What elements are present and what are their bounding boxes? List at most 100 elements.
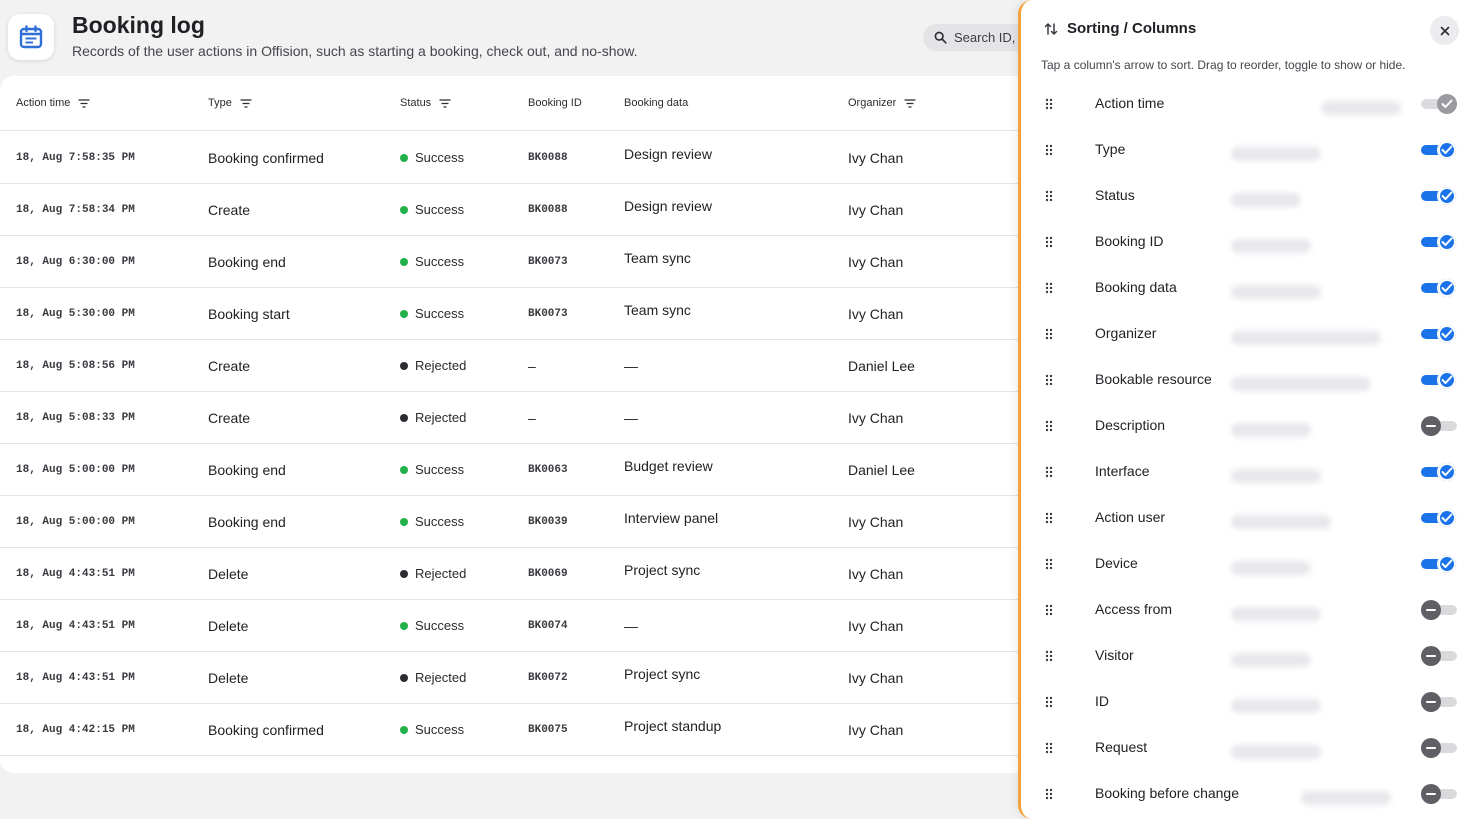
- visibility-toggle[interactable]: [1421, 598, 1459, 622]
- table-row[interactable]: 18, Aug 5:30:00 PM Booking start Success BK…: [0, 288, 1030, 340]
- cell-time: 18, Aug 4:43:51 PM: [16, 567, 135, 580]
- column-item-request[interactable]: Request: [1021, 725, 1472, 771]
- filter-icon[interactable]: [904, 98, 916, 108]
- column-item-id[interactable]: ID: [1021, 679, 1472, 725]
- column-item-label: Access from: [1095, 601, 1173, 617]
- column-item-label: ID: [1095, 693, 1109, 709]
- drag-handle-icon[interactable]: [1045, 466, 1053, 478]
- table-row[interactable]: 18, Aug 6:30:00 PM Booking end Success BK00…: [0, 236, 1030, 288]
- column-item-interface[interactable]: Interface: [1021, 449, 1472, 495]
- column-item-action-time[interactable]: Action time: [1021, 81, 1472, 127]
- visibility-toggle[interactable]: [1421, 230, 1459, 254]
- drag-handle-icon[interactable]: [1045, 742, 1053, 754]
- column-item-bookable-resource[interactable]: Bookable resource: [1021, 357, 1472, 403]
- visibility-toggle[interactable]: [1421, 276, 1459, 300]
- column-item-type[interactable]: Type: [1021, 127, 1472, 173]
- cell-status: Rejected: [400, 548, 466, 599]
- column-item-organizer[interactable]: Organizer: [1021, 311, 1472, 357]
- column-header-action-time[interactable]: Action time: [16, 97, 90, 109]
- toggle-knob: [1437, 140, 1457, 160]
- table-row[interactable]: 18, Aug 4:43:51 PM Delete Rejected BK0069 Pr…: [0, 548, 1030, 600]
- column-header-booking-data[interactable]: Booking data: [624, 97, 688, 109]
- toggle-knob: [1437, 94, 1457, 114]
- visibility-toggle[interactable]: [1421, 736, 1459, 760]
- table-row[interactable]: 18, Aug 5:08:56 PM Create Rejected – — Daniel…: [0, 340, 1030, 392]
- toggle-knob: [1437, 554, 1457, 574]
- cell-status: Success: [400, 444, 464, 495]
- visibility-toggle[interactable]: [1421, 552, 1459, 576]
- drag-handle-icon[interactable]: [1045, 696, 1053, 708]
- column-item-visitor[interactable]: Visitor: [1021, 633, 1472, 679]
- toggle-knob: [1421, 600, 1441, 620]
- column-header-type[interactable]: Type: [208, 97, 252, 109]
- cell-booking-data: Team sync: [624, 302, 691, 318]
- visibility-toggle[interactable]: [1421, 414, 1459, 438]
- check-icon: [1441, 329, 1453, 338]
- table-row[interactable]: 18, Aug 5:00:00 PM Booking end Success BK00…: [0, 444, 1030, 496]
- column-item-access-from[interactable]: Access from: [1021, 587, 1472, 633]
- drag-handle-icon[interactable]: [1045, 98, 1053, 110]
- table-row[interactable]: 18, Aug 5:08:33 PM Create Rejected – — Ivy Ch…: [0, 392, 1030, 444]
- cell-booking-id: BK0069: [528, 567, 568, 580]
- status-dot: [400, 413, 408, 422]
- column-header-booking-id[interactable]: Booking ID: [528, 97, 582, 109]
- table-row[interactable]: 18, Aug 7:58:34 PM Create Success BK0088 Des…: [0, 184, 1030, 236]
- check-icon: [1441, 467, 1453, 476]
- filter-icon[interactable]: [240, 98, 252, 108]
- visibility-toggle[interactable]: [1421, 368, 1459, 392]
- visibility-toggle[interactable]: [1421, 782, 1459, 806]
- table-row[interactable]: 18, Aug 4:42:15 PM Booking confirmed Succe…: [0, 704, 1030, 756]
- column-header-organizer[interactable]: Organizer: [848, 97, 916, 109]
- drag-handle-icon[interactable]: [1045, 374, 1053, 386]
- column-item-label: Visitor: [1095, 647, 1134, 663]
- drag-handle-icon[interactable]: [1045, 420, 1053, 432]
- filter-icon[interactable]: [78, 98, 90, 108]
- drag-handle-icon[interactable]: [1045, 236, 1053, 248]
- cell-booking-data: Team sync: [624, 250, 691, 266]
- column-item-booking-before-change[interactable]: Booking before change: [1021, 771, 1472, 817]
- filter-icon[interactable]: [439, 98, 451, 108]
- visibility-toggle[interactable]: [1421, 138, 1459, 162]
- column-item-description[interactable]: Description: [1021, 403, 1472, 449]
- drag-handle-icon[interactable]: [1045, 282, 1053, 294]
- drag-handle-icon[interactable]: [1045, 190, 1053, 202]
- drag-handle-icon[interactable]: [1045, 558, 1053, 570]
- close-icon: [1440, 26, 1449, 35]
- drag-handle-icon[interactable]: [1045, 788, 1053, 800]
- column-item-booking-id[interactable]: Booking ID: [1021, 219, 1472, 265]
- minus-icon: [1426, 701, 1436, 703]
- status-label: Success: [415, 722, 465, 737]
- cell-booking-id: BK0072: [528, 671, 568, 684]
- status-dot: [400, 257, 408, 266]
- column-item-action-user[interactable]: Action user: [1021, 495, 1472, 541]
- blurred-preview: [1231, 147, 1321, 161]
- visibility-toggle[interactable]: [1421, 322, 1459, 346]
- visibility-toggle[interactable]: [1421, 644, 1459, 668]
- status-label: Success: [415, 306, 465, 321]
- drag-handle-icon[interactable]: [1045, 604, 1053, 616]
- close-panel-button[interactable]: [1430, 16, 1459, 45]
- cell-booking-data: —: [624, 409, 638, 426]
- visibility-toggle[interactable]: [1421, 460, 1459, 484]
- drag-handle-icon[interactable]: [1045, 512, 1053, 524]
- column-item-device[interactable]: Device: [1021, 541, 1472, 587]
- visibility-toggle[interactable]: [1421, 690, 1459, 714]
- column-header-status[interactable]: Status: [400, 97, 451, 109]
- table-row[interactable]: 18, Aug 4:43:51 PM Delete Success BK0074 — Iv…: [0, 600, 1030, 652]
- cell-organizer: Daniel Lee: [848, 461, 915, 478]
- cell-time: 18, Aug 5:30:00 PM: [16, 307, 135, 320]
- visibility-toggle[interactable]: [1421, 184, 1459, 208]
- page-title: Booking log: [72, 12, 205, 38]
- drag-handle-icon[interactable]: [1045, 650, 1053, 662]
- table-row[interactable]: 18, Aug 7:58:35 PM Booking confirmed Succe…: [0, 132, 1030, 184]
- column-item-booking-data[interactable]: Booking data: [1021, 265, 1472, 311]
- search-icon: [934, 31, 947, 44]
- table-row[interactable]: 18, Aug 4:43:51 PM Delete Rejected BK0072 Pr…: [0, 652, 1030, 704]
- visibility-toggle[interactable]: [1421, 506, 1459, 530]
- drag-handle-icon[interactable]: [1045, 144, 1053, 156]
- blurred-preview: [1301, 791, 1391, 805]
- drag-handle-icon[interactable]: [1045, 328, 1053, 340]
- column-item-status[interactable]: Status: [1021, 173, 1472, 219]
- table-row[interactable]: 18, Aug 5:00:00 PM Booking end Success BK00…: [0, 496, 1030, 548]
- blurred-preview: [1231, 699, 1321, 713]
